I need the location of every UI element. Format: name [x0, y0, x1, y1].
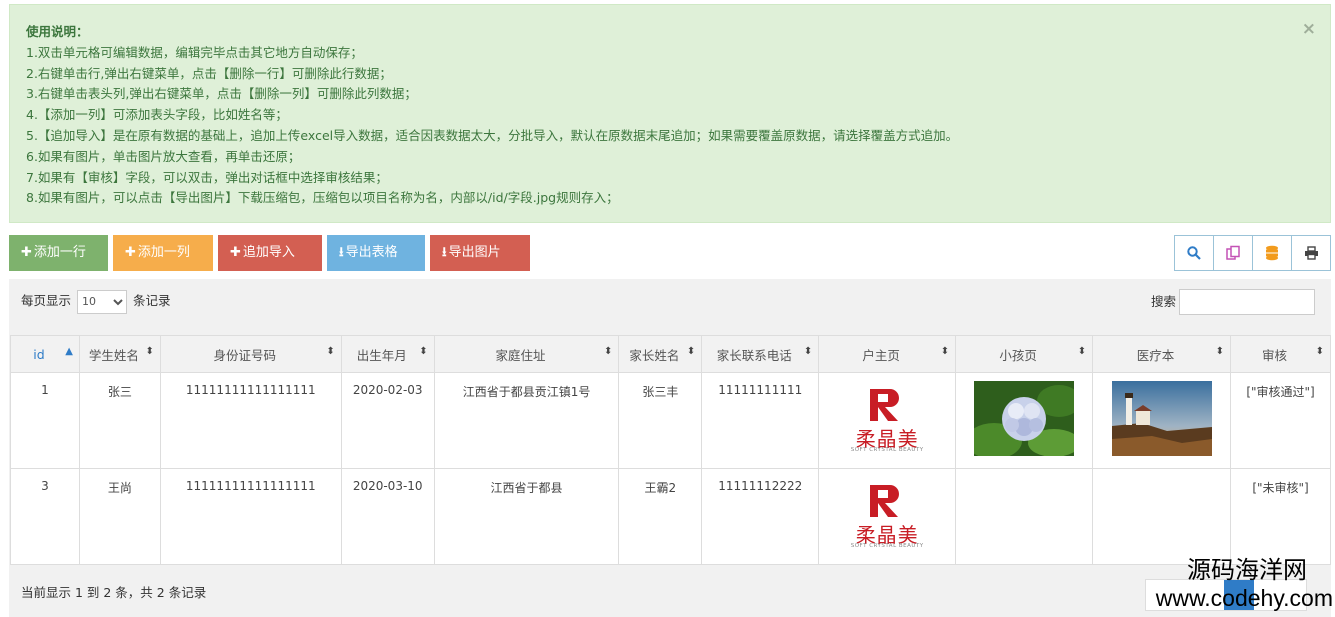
- cell-birth[interactable]: 2020-02-03: [340, 372, 435, 469]
- cell-review[interactable]: ["未审核"]: [1230, 468, 1331, 565]
- close-icon[interactable]: ×: [1302, 19, 1316, 40]
- search-input[interactable]: [1179, 289, 1315, 315]
- sort-icon: ⬍: [603, 346, 613, 357]
- cell-id[interactable]: 3: [10, 468, 80, 565]
- column-header-birth[interactable]: 出生年月 ⬍: [340, 335, 435, 373]
- instructions-title: 使用说明：: [26, 24, 89, 39]
- cell-phone[interactable]: 11111112222: [701, 468, 820, 565]
- instruction-line: 7.如果有【审核】字段，可以双击，弹出对话框中选择审核结果；: [26, 169, 388, 185]
- logo-mark: [870, 389, 900, 421]
- column-header-medical[interactable]: 医疗本 ⬍: [1092, 335, 1232, 373]
- watermark-title: 源码海洋网: [1187, 557, 1307, 584]
- sort-asc-icon: ▲: [65, 346, 73, 357]
- plus-icon: ✚: [125, 245, 136, 260]
- add-row-button[interactable]: ✚ 添加一行: [9, 235, 108, 271]
- logo-mark: [870, 485, 900, 517]
- logo-subtext: SOFT CRYSTAL BEAUTY: [850, 447, 924, 453]
- sort-icon: ⬍: [419, 346, 428, 357]
- search-icon[interactable]: [1175, 236, 1214, 270]
- table-header: id ▲ 学生姓名 ⬍ 身份证号码 ⬍ 出生年月 ⬍ 家庭住址 ⬍ 家长姓名 ⬍ 家长联系电…: [10, 335, 1331, 373]
- cell-idcard[interactable]: 11111111111111111: [159, 372, 342, 469]
- column-header-phone[interactable]: 家长联系电话 ⬍: [701, 335, 820, 373]
- watermark: 源码海洋网 www.codehy.com: [1156, 557, 1333, 611]
- cell-child[interactable]: [955, 468, 1094, 565]
- instructions-alert: 使用说明： 1.双击单元格可编辑数据，编辑完毕点击其它地方自动保存； 2.右键单…: [9, 4, 1331, 223]
- column-header-parent[interactable]: 家长姓名 ⬍: [618, 335, 703, 373]
- logo-subtext: SOFT CRYSTAL BEAUTY: [850, 543, 924, 549]
- table-info: 当前显示 1 到 2 条，共 2 条记录: [21, 585, 207, 600]
- sort-icon: ⬍: [686, 346, 696, 357]
- household-image[interactable]: 柔晶美 SOFT CRYSTAL BEAUTY: [837, 381, 938, 461]
- cell-name[interactable]: 张三: [78, 372, 161, 469]
- household-image[interactable]: 柔晶美 SOFT CRYSTAL BEAUTY: [837, 477, 938, 557]
- cell-parent[interactable]: 张三丰: [618, 372, 703, 469]
- export-images-button[interactable]: ⭳ 导出图片: [430, 235, 530, 271]
- page-length-select[interactable]: 10: [77, 289, 128, 314]
- table-panel: 每页显示 10 条记录 搜索 id ▲ 学生姓名 ⬍ 身份证号码 ⬍ 出生年月 ⬍ 家庭住址…: [9, 279, 1331, 617]
- instruction-line: 2.右键单击行,弹出右键菜单，点击【删除一行】可删除此行数据；: [26, 65, 392, 81]
- column-header-idcard[interactable]: 身份证号码 ⬍: [159, 335, 342, 373]
- flower-photo[interactable]: [974, 381, 1075, 456]
- instruction-line: 8.如果有图片，可以点击【导出图片】下载压缩包，压缩包以项目名称为名，内部以/i…: [26, 190, 619, 206]
- sort-icon: ⬍: [1315, 346, 1324, 357]
- sort-icon: ⬍: [1215, 346, 1225, 357]
- instruction-line: 1.双击单元格可编辑数据，编辑完毕点击其它地方自动保存；: [26, 44, 363, 60]
- watermark-url: www.codehy.com: [1155, 585, 1333, 611]
- sort-icon: ⬍: [1077, 346, 1087, 357]
- table-row[interactable]: 1 张三 11111111111111111 2020-02-03 江西省于都县…: [10, 372, 1331, 469]
- column-header-id[interactable]: id ▲: [10, 335, 80, 373]
- cell-medical[interactable]: [1092, 468, 1232, 565]
- page-length-control: 每页显示 10 条记录: [21, 289, 171, 314]
- sort-icon: ⬍: [326, 346, 335, 357]
- cell-birth[interactable]: 2020-03-10: [340, 468, 435, 565]
- sort-icon: ⬍: [145, 346, 154, 357]
- lighthouse-photo[interactable]: [1111, 381, 1212, 456]
- sort-icon: ⬍: [940, 346, 950, 357]
- cell-phone[interactable]: 11111111111: [701, 372, 820, 469]
- append-import-button[interactable]: ✚ 追加导入: [218, 235, 322, 271]
- cell-medical[interactable]: [1092, 372, 1232, 469]
- column-header-household[interactable]: 户主页 ⬍: [818, 335, 957, 373]
- instruction-line: 4.【添加一列】可添加表头字段，比如姓名等；: [26, 107, 288, 123]
- cell-address[interactable]: 江西省于都县贡江镇1号: [433, 372, 620, 469]
- action-toolbar: ✚ 添加一行 ✚ 添加一列 ✚ 追加导入 ⭳ 导出表格 ⭳ 导出图片: [9, 235, 535, 271]
- table-search: 搜索: [1151, 289, 1315, 315]
- copy-icon[interactable]: [1214, 236, 1253, 270]
- download-icon: ⭳: [339, 245, 344, 260]
- print-icon[interactable]: [1292, 236, 1330, 270]
- instruction-line: 3.右键单击表头列,弹出右键菜单，点击【删除一列】可删除此列数据；: [26, 86, 417, 102]
- table-row[interactable]: 3 王尚 11111111111111111 2020-03-10 江西省于都县…: [10, 468, 1331, 565]
- plus-icon: ✚: [21, 245, 32, 260]
- column-header-address[interactable]: 家庭住址 ⬍: [433, 335, 620, 373]
- plus-icon: ✚: [230, 245, 241, 260]
- add-column-button[interactable]: ✚ 添加一列: [113, 235, 213, 271]
- export-table-button[interactable]: ⭳ 导出表格: [327, 235, 425, 271]
- column-header-child[interactable]: 小孩页 ⬍: [955, 335, 1094, 373]
- cell-idcard[interactable]: 11111111111111111: [159, 468, 342, 565]
- instruction-line: 6.如果有图片，单击图片放大查看，再单击还原；: [26, 148, 301, 164]
- column-header-name[interactable]: 学生姓名 ⬍: [78, 335, 161, 373]
- cell-parent[interactable]: 王霸2: [618, 468, 703, 565]
- cell-address[interactable]: 江西省于都县: [433, 468, 620, 565]
- instruction-line: 5.【追加导入】是在原有数据的基础上，追加上传excel导入数据，适合因表数据太…: [26, 127, 959, 143]
- cell-household[interactable]: 柔晶美 SOFT CRYSTAL BEAUTY: [818, 468, 957, 565]
- download-icon: ⭳: [442, 245, 447, 260]
- sort-icon: ⬍: [803, 346, 813, 357]
- cell-household[interactable]: 柔晶美 SOFT CRYSTAL BEAUTY: [818, 372, 957, 469]
- cell-name[interactable]: 王尚: [78, 468, 161, 565]
- cell-child[interactable]: [955, 372, 1094, 469]
- data-table: id ▲ 学生姓名 ⬍ 身份证号码 ⬍ 出生年月 ⬍ 家庭住址 ⬍ 家长姓名 ⬍ 家长联系电…: [10, 335, 1331, 565]
- cell-id[interactable]: 1: [10, 372, 80, 469]
- table-tools: [1174, 235, 1331, 271]
- cell-review[interactable]: ["审核通过"]: [1230, 372, 1331, 469]
- database-icon[interactable]: [1253, 236, 1292, 270]
- column-header-review[interactable]: 审核 ⬍: [1230, 335, 1331, 373]
